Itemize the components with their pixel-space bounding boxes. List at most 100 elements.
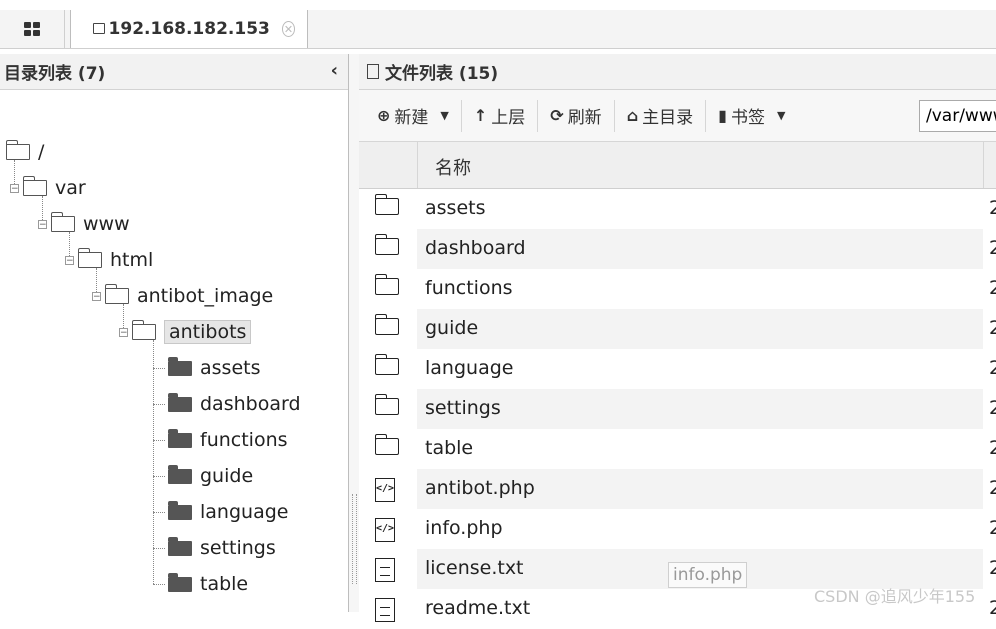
file-meta: 2 bbox=[989, 597, 996, 619]
tab-host-label: 192.168.182.153 bbox=[108, 19, 270, 39]
tab-host[interactable]: 192.168.182.153 ✕ bbox=[70, 10, 308, 48]
home-button[interactable]: ⌂ 主目录 bbox=[615, 99, 707, 132]
folder-icon bbox=[375, 234, 399, 255]
folder-icon bbox=[168, 536, 192, 556]
tree-node-child[interactable]: table bbox=[168, 570, 248, 598]
table-row[interactable]: language 2 bbox=[359, 349, 996, 389]
tree-node-child[interactable]: functions bbox=[168, 426, 288, 454]
text-file-icon bbox=[375, 598, 395, 622]
bookmark-button[interactable]: ▮ 书签 ▼ bbox=[706, 100, 797, 132]
file-toolbar: ⊕ 新建 ▼ ↑ 上层 ⟳ 刷新 ⌂ 主目录 ▮ 书签 ▼ bbox=[359, 90, 996, 142]
collapse-toggle-icon[interactable]: − bbox=[10, 183, 19, 193]
folder-icon bbox=[168, 464, 192, 484]
tree-node-child[interactable]: guide bbox=[168, 462, 253, 490]
tree-node-label-selected: antibots bbox=[164, 320, 252, 344]
folder-open-icon bbox=[23, 176, 47, 196]
folder-icon bbox=[375, 314, 399, 335]
collapse-toggle-icon[interactable]: − bbox=[92, 291, 101, 301]
up-button[interactable]: ↑ 上层 bbox=[462, 99, 539, 132]
home-tab[interactable] bbox=[0, 10, 65, 48]
folder-icon bbox=[168, 356, 192, 376]
new-button[interactable]: ⊕ 新建 ▼ bbox=[365, 99, 462, 132]
folder-icon bbox=[168, 572, 192, 592]
tree-node-html[interactable]: − html bbox=[65, 246, 153, 274]
file-meta: 2 bbox=[989, 517, 996, 539]
tree-node-child[interactable]: language bbox=[168, 498, 288, 526]
table-row[interactable]: functions 2 bbox=[359, 269, 996, 309]
refresh-icon: ⟳ bbox=[550, 106, 564, 125]
tree-node-child[interactable]: dashboard bbox=[168, 390, 301, 418]
folder-icon bbox=[375, 354, 399, 375]
folder-open-icon bbox=[51, 212, 75, 232]
folder-open-icon bbox=[132, 320, 156, 340]
folder-open-icon bbox=[78, 248, 102, 268]
file-list-header: 文件列表 (15) bbox=[359, 54, 996, 90]
tree-node-root[interactable]: / bbox=[6, 138, 44, 166]
file-meta: 2 bbox=[989, 277, 996, 299]
collapse-toggle-icon[interactable]: − bbox=[65, 255, 74, 265]
code-file-icon: </> bbox=[375, 518, 395, 542]
tree-node-antibot-image[interactable]: − antibot_image bbox=[92, 282, 273, 310]
collapse-icon[interactable]: ‹ bbox=[331, 60, 338, 81]
folder-icon bbox=[168, 428, 192, 448]
file-name: info.php bbox=[425, 517, 503, 539]
file-meta: 2 bbox=[989, 397, 996, 419]
bookmark-icon: ▮ bbox=[718, 106, 727, 125]
folder-icon bbox=[375, 194, 399, 215]
table-row[interactable]: guide 2 bbox=[359, 309, 996, 349]
file-grid-header: 名称 bbox=[359, 142, 996, 189]
folder-icon bbox=[168, 392, 192, 412]
file-name: readme.txt bbox=[425, 597, 531, 619]
refresh-button[interactable]: ⟳ 刷新 bbox=[538, 99, 615, 132]
tree-node-www[interactable]: − www bbox=[38, 210, 130, 238]
tree-node-antibots[interactable]: − antibots bbox=[119, 318, 252, 346]
folder-open-icon bbox=[6, 140, 30, 160]
tree-node-label: www bbox=[83, 213, 130, 235]
arrow-up-icon: ↑ bbox=[473, 106, 488, 125]
collapse-toggle-icon[interactable]: − bbox=[38, 219, 47, 229]
text-file-icon bbox=[375, 558, 395, 582]
path-input[interactable] bbox=[919, 100, 996, 132]
tree-node-label: functions bbox=[200, 429, 288, 451]
plus-circle-icon: ⊕ bbox=[377, 106, 391, 125]
folder-icon bbox=[375, 434, 399, 455]
table-row[interactable]: </> info.php 2 bbox=[359, 509, 996, 549]
file-meta: 2 bbox=[989, 477, 996, 499]
table-row[interactable]: settings 2 bbox=[359, 389, 996, 429]
tree-node-label: settings bbox=[200, 537, 276, 559]
file-name: license.txt bbox=[425, 557, 524, 579]
directory-panel: 目录列表 (7) ‹ / − var − www − html − antibo… bbox=[0, 54, 349, 612]
tree-node-label: dashboard bbox=[200, 393, 301, 415]
collapse-toggle-icon[interactable]: − bbox=[119, 327, 128, 337]
file-name: antibot.php bbox=[425, 477, 535, 499]
folder-icon bbox=[93, 22, 105, 34]
tree-node-label: antibot_image bbox=[137, 285, 274, 307]
file-meta: 2 bbox=[989, 237, 996, 259]
file-meta: 2 bbox=[989, 437, 996, 459]
file-meta: 2 bbox=[989, 197, 996, 219]
tree-node-label: table bbox=[200, 573, 249, 595]
tooltip: info.php bbox=[668, 562, 748, 588]
file-meta: 2 bbox=[989, 357, 996, 379]
directory-panel-title: 目录列表 (7) bbox=[4, 64, 106, 84]
tree-node-child[interactable]: assets bbox=[168, 354, 260, 382]
tree-node-label: / bbox=[38, 141, 45, 163]
tree-node-child[interactable]: settings bbox=[168, 534, 276, 562]
file-name: settings bbox=[425, 397, 501, 419]
caret-down-icon: ▼ bbox=[440, 109, 449, 122]
tab-bar: 192.168.182.153 ✕ bbox=[0, 10, 996, 49]
file-name: guide bbox=[425, 317, 479, 339]
folder-icon bbox=[375, 394, 399, 415]
table-row[interactable]: assets 2 bbox=[359, 189, 996, 229]
tree-node-var[interactable]: − var bbox=[10, 174, 86, 202]
panel-splitter[interactable] bbox=[349, 54, 359, 612]
table-row[interactable]: </> antibot.php 2 bbox=[359, 469, 996, 509]
file-icon bbox=[367, 64, 379, 79]
column-name-header[interactable]: 名称 bbox=[435, 154, 471, 180]
file-name: dashboard bbox=[425, 237, 526, 259]
close-icon[interactable]: ✕ bbox=[281, 21, 295, 37]
directory-panel-header: 目录列表 (7) ‹ bbox=[0, 54, 348, 90]
file-name: table bbox=[425, 437, 474, 459]
table-row[interactable]: table 2 bbox=[359, 429, 996, 469]
table-row[interactable]: dashboard 2 bbox=[359, 229, 996, 269]
